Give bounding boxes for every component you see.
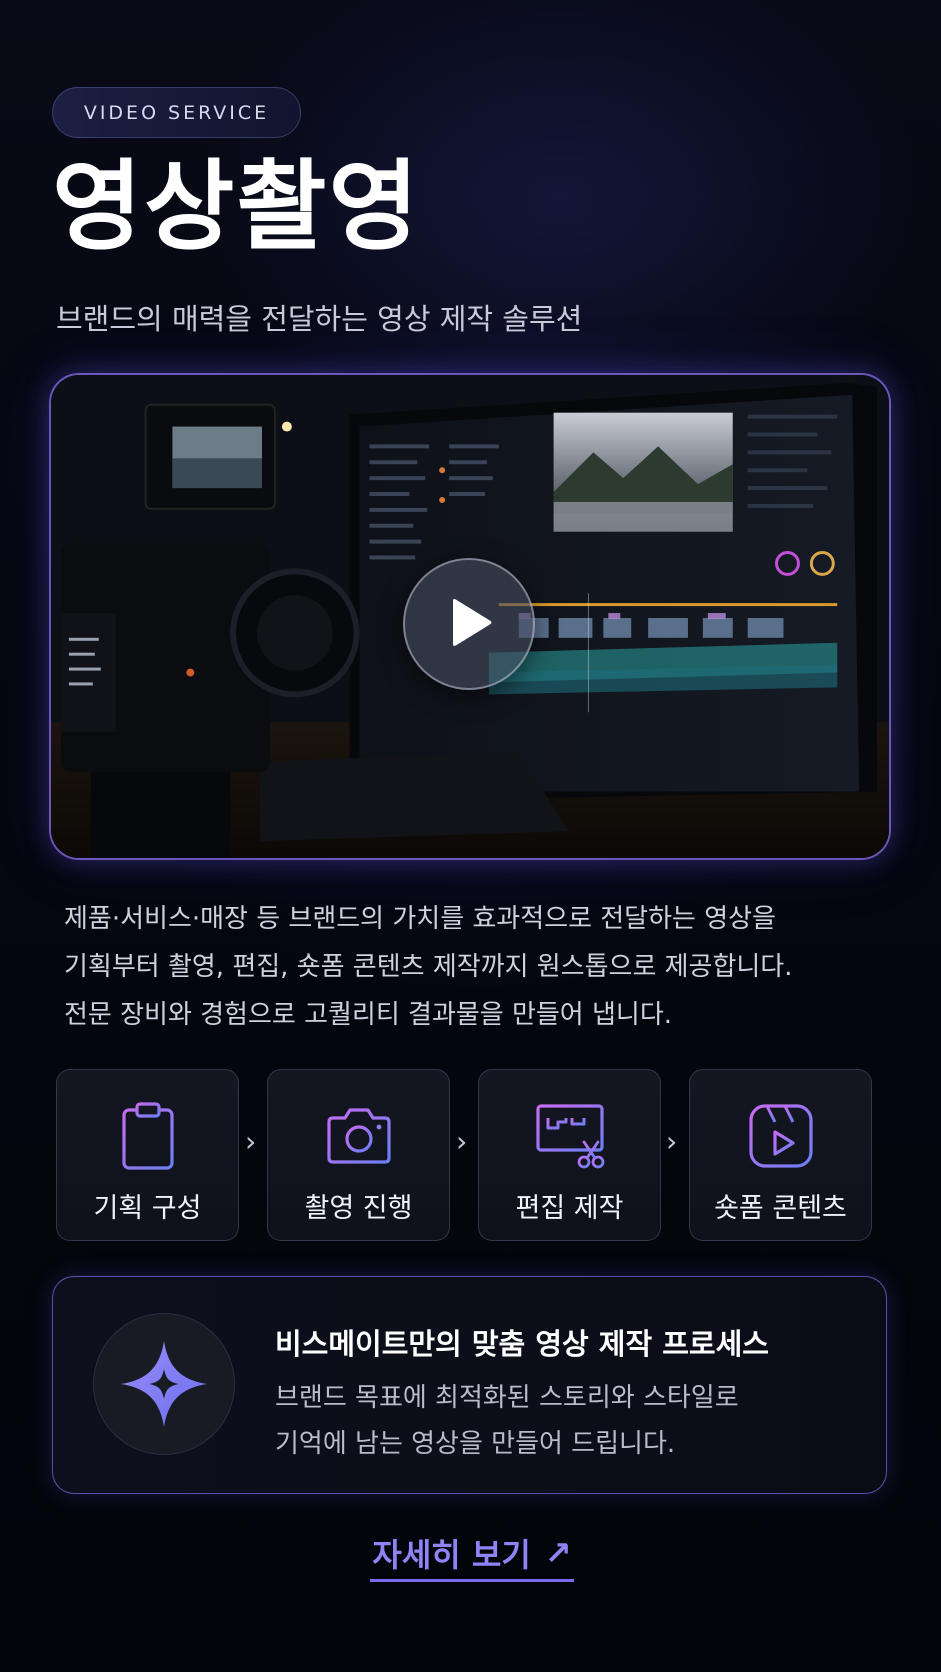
step-editing: 편집 제작 — [478, 1069, 661, 1241]
page: VIDEO SERVICE 영상촬영 브랜드의 매력을 전달하는 영상 제작 솔… — [0, 0, 941, 1672]
step-label: 편집 제작 — [515, 1193, 624, 1224]
step-arrow-icon: › — [245, 1125, 257, 1158]
step-filming: 촬영 진행 — [267, 1069, 450, 1241]
see-more-link[interactable]: 자세히 보기 ↗ — [370, 1526, 574, 1582]
step-label: 촬영 진행 — [304, 1193, 413, 1224]
play-button[interactable] — [403, 558, 535, 690]
edit-monitor-icon — [535, 1104, 604, 1169]
short-video-icon — [748, 1104, 813, 1168]
page-subtitle: 브랜드의 매력을 전달하는 영상 제작 솔루션 — [56, 302, 583, 336]
arrow-up-right-icon: ↗ — [544, 1533, 572, 1572]
process-line: 브랜드 목표에 최적화된 스토리와 스타일로 — [275, 1383, 739, 1413]
see-more-label: 자세히 보기 — [372, 1535, 531, 1574]
description-line: 전문 장비와 경험으로 고퀄리티 결과물을 만들어 냅니다. — [64, 1000, 673, 1030]
clipboard-icon — [121, 1102, 174, 1170]
sparkle-icon — [121, 1341, 207, 1427]
service-badge: VIDEO SERVICE — [52, 87, 301, 138]
step-label: 기획 구성 — [93, 1193, 202, 1224]
description-line: 기획부터 촬영, 편집, 숏폼 콘텐츠 제작까지 원스톱으로 제공합니다. — [64, 952, 793, 982]
description-line: 제품·서비스·매장 등 브랜드의 가치를 효과적으로 전달하는 영상을 — [64, 904, 776, 934]
step-planning: 기획 구성 — [56, 1069, 239, 1241]
process-title: 비스메이트만의 맞춤 영상 제작 프로세스 — [275, 1327, 769, 1361]
process-card: 비스메이트만의 맞춤 영상 제작 프로세스 브랜드 목표에 최적화된 스토리와 … — [52, 1276, 887, 1494]
step-arrow-icon: › — [666, 1125, 678, 1158]
step-label: 숏폼 콘텐츠 — [714, 1193, 847, 1224]
process-body: 브랜드 목표에 최적화된 스토리와 스타일로 기억에 남는 영상을 만들어 드립… — [275, 1375, 739, 1467]
play-icon — [453, 599, 492, 646]
service-description: 제품·서비스·매장 등 브랜드의 가치를 효과적으로 전달하는 영상을 기획부터… — [64, 895, 793, 1039]
page-title: 영상촬영 — [52, 150, 421, 264]
step-shortform: 숏폼 콘텐츠 — [689, 1069, 872, 1241]
sparkle-badge — [93, 1313, 235, 1455]
step-arrow-icon: › — [456, 1125, 468, 1158]
process-line: 기억에 남는 영상을 만들어 드립니다. — [275, 1429, 676, 1459]
camera-icon — [326, 1108, 391, 1164]
